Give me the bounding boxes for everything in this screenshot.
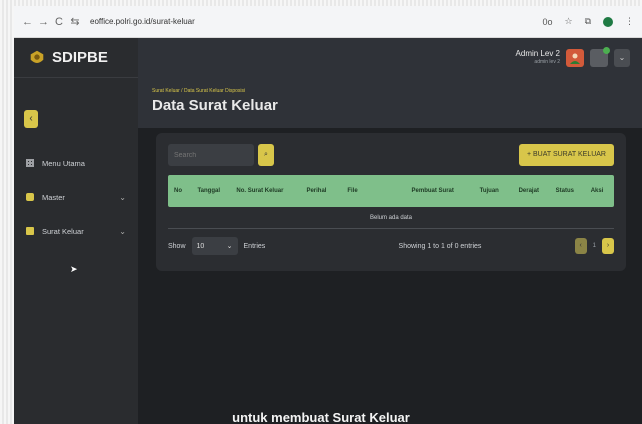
- brand[interactable]: SDIPBE: [14, 38, 138, 78]
- user-name: Admin Lev 2: [515, 49, 560, 58]
- search-button[interactable]: ⌕: [258, 144, 274, 166]
- sidebar-collapse-button[interactable]: ‹: [24, 110, 38, 128]
- database-icon: [26, 193, 34, 201]
- sidebar-item-label: Master: [42, 192, 65, 202]
- reload-icon[interactable]: C: [54, 16, 64, 28]
- page-title: Data Surat Keluar: [152, 97, 278, 114]
- back-icon[interactable]: ←: [22, 16, 33, 28]
- brand-title: SDIPBE: [52, 49, 108, 66]
- video-caption: untuk membuat Surat Keluar: [232, 410, 410, 424]
- sidebar-menu: Menu Utama Master ⌄ Surat Keluar ⌄: [14, 146, 138, 248]
- police-logo-icon: [30, 50, 44, 63]
- next-page-button[interactable]: ›: [601, 238, 614, 254]
- address-bar[interactable]: eoffice.polri.go.id/surat-keluar: [90, 17, 530, 26]
- profile-avatar[interactable]: [603, 16, 613, 27]
- column-header[interactable]: Perihal: [300, 188, 341, 194]
- extensions-puzzle-icon[interactable]: ⧉: [585, 16, 591, 27]
- browser-menu-icon[interactable]: ⋮: [625, 16, 634, 27]
- entries-value: 10: [196, 242, 205, 250]
- entries-label: Entries: [243, 242, 266, 250]
- search-input[interactable]: [168, 144, 254, 166]
- table-card: ⌕ + BUAT SURAT KELUAR No Tanggal No. Sur…: [156, 133, 626, 271]
- page-number-1[interactable]: 1: [593, 243, 596, 249]
- extension-icon[interactable]: 0o: [542, 17, 552, 27]
- pagination-info: Showing 1 to 1 of 0 entries: [398, 242, 482, 250]
- sidebar: SDIPBE ‹ Menu Utama Master ⌄ Surat Kelua…: [14, 38, 138, 424]
- table-footer: Show 10 ⌄ Entries Showing 1 to 1 of 0 en…: [168, 237, 614, 255]
- entries-select[interactable]: 10 ⌄: [191, 237, 238, 255]
- column-header[interactable]: Derajat: [513, 188, 550, 194]
- show-label: Show: [168, 242, 186, 250]
- browser-window: ← → C ⇆ eoffice.polri.go.id/surat-keluar…: [14, 6, 642, 424]
- sidebar-item-label: Menu Utama: [42, 158, 85, 168]
- topbar: Admin Lev 2 admin lev 2 ⌄: [138, 38, 642, 78]
- sidebar-item-master[interactable]: Master ⌄: [14, 180, 138, 214]
- user-dropdown-button[interactable]: ⌄: [614, 49, 630, 67]
- sidebar-item-surat-keluar[interactable]: Surat Keluar ⌄: [14, 214, 138, 248]
- browser-toolbar: ← → C ⇆ eoffice.polri.go.id/surat-keluar…: [14, 6, 642, 38]
- column-header[interactable]: Aksi: [585, 188, 614, 194]
- chevron-down-icon: ⌄: [119, 192, 126, 202]
- pagination: ‹ 1 ›: [574, 238, 614, 254]
- column-header[interactable]: Tanggal: [191, 188, 230, 194]
- mail-out-icon: [26, 227, 34, 235]
- table-toolbar: ⌕ + BUAT SURAT KELUAR: [168, 143, 614, 167]
- column-header[interactable]: Pembuat Surat: [406, 188, 474, 194]
- breadcrumb[interactable]: Surat Keluar / Data Surat Keluar Disposi…: [152, 88, 628, 94]
- forward-icon[interactable]: →: [38, 16, 49, 28]
- column-header[interactable]: No: [168, 188, 191, 194]
- sidebar-item-menu-utama[interactable]: Menu Utama: [14, 146, 138, 180]
- user-info: Admin Lev 2 admin lev 2: [516, 49, 560, 67]
- bookmark-star-icon[interactable]: ☆: [564, 16, 572, 27]
- table-header: No Tanggal No. Surat Keluar Perihal File…: [168, 175, 614, 207]
- column-header[interactable]: Status: [550, 188, 585, 194]
- page-header: Surat Keluar / Data Surat Keluar Disposi…: [138, 78, 642, 128]
- prev-page-button[interactable]: ‹: [574, 238, 587, 254]
- column-header[interactable]: File: [341, 188, 405, 194]
- notification-badge: [603, 47, 610, 54]
- site-info-icon[interactable]: ⇆: [70, 15, 80, 28]
- main-content: Admin Lev 2 admin lev 2 ⌄ Surat Keluar /…: [138, 38, 642, 424]
- chevron-down-icon: ⌄: [226, 243, 233, 250]
- table-empty-message: Belum ada data: [168, 207, 614, 229]
- user-avatar-icon: [570, 53, 580, 64]
- column-header[interactable]: Tujuan: [474, 188, 513, 194]
- avatar[interactable]: [566, 49, 584, 67]
- grid-icon: [26, 159, 34, 167]
- search-icon: ⌕: [264, 151, 268, 158]
- add-surat-keluar-button[interactable]: + BUAT SURAT KELUAR: [518, 144, 614, 166]
- chevron-down-icon: ⌄: [119, 226, 126, 236]
- sidebar-item-label: Surat Keluar: [42, 226, 84, 236]
- notification-bell-icon[interactable]: [590, 47, 610, 67]
- user-role: admin lev 2: [534, 59, 560, 65]
- column-header[interactable]: No. Surat Keluar: [230, 188, 300, 194]
- mouse-cursor-icon: ➤: [70, 264, 78, 274]
